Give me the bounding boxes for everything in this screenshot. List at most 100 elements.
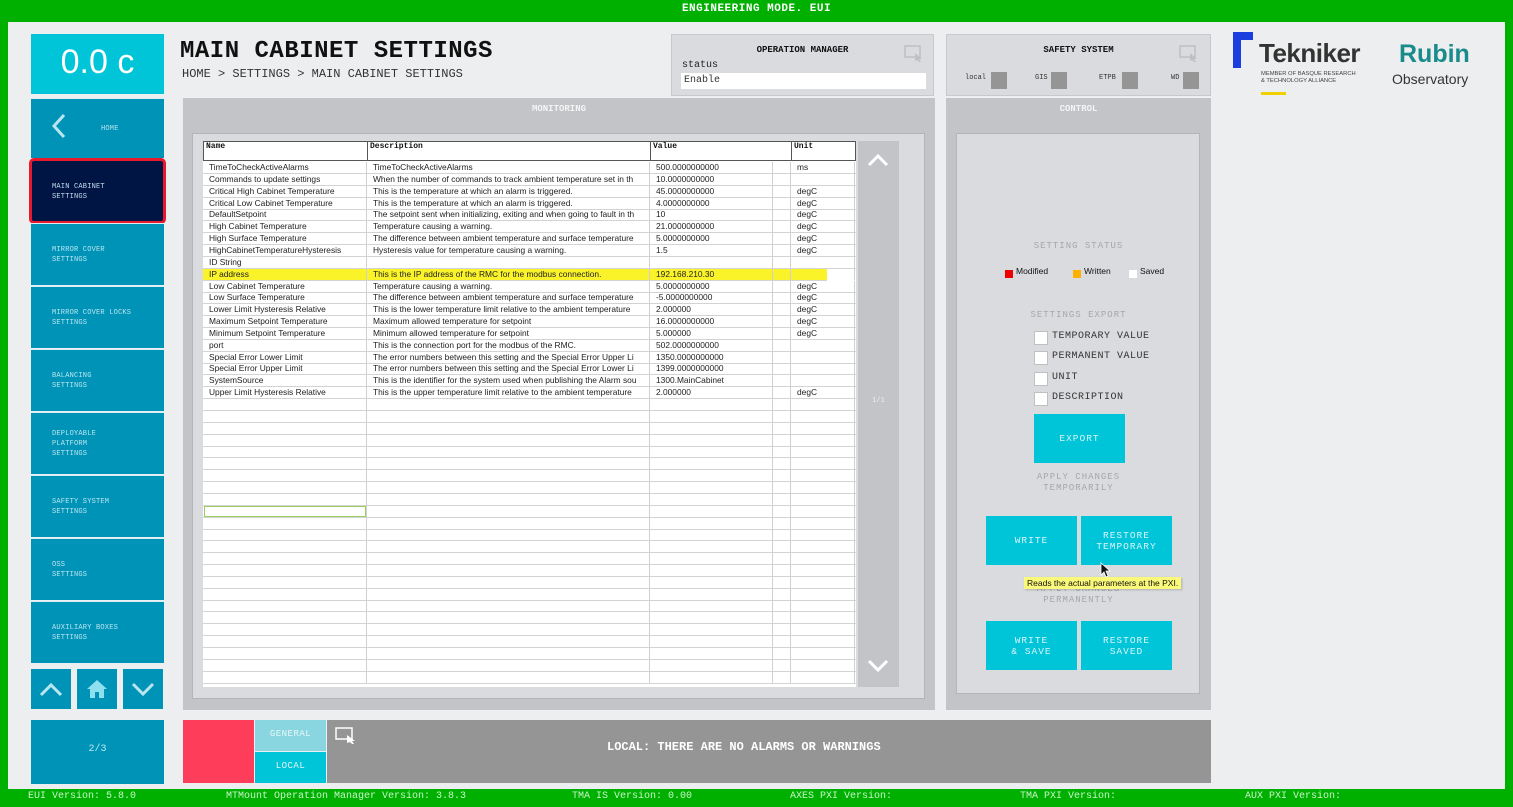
cell-value[interactable]	[650, 600, 773, 612]
cell-value[interactable]	[650, 529, 773, 541]
cell-unit[interactable]	[791, 647, 855, 659]
cell-value[interactable]	[650, 517, 773, 529]
cell-value[interactable]	[650, 434, 773, 446]
cell-blank[interactable]	[773, 493, 791, 505]
cell-name[interactable]: SystemSource	[203, 375, 367, 387]
cell-value[interactable]: 192.168.210.30	[650, 268, 773, 280]
cell-unit[interactable]	[791, 671, 855, 683]
cell-unit[interactable]	[791, 600, 855, 612]
cell-value[interactable]: 10	[650, 209, 773, 221]
export-temporary-checkbox[interactable]	[1034, 331, 1048, 345]
cell-unit[interactable]: degC	[791, 185, 855, 197]
cell-blank[interactable]	[773, 162, 791, 173]
empty-table-row[interactable]	[203, 647, 856, 660]
tab-local[interactable]: LOCAL	[255, 752, 326, 783]
sidebar-item-deployable-platform[interactable]: DEPLOYABLE PLATFORM SETTINGS	[31, 412, 164, 474]
table-row[interactable]: IP address This is the IP address of the …	[203, 268, 855, 281]
cell-blank[interactable]	[773, 197, 791, 209]
empty-table-row[interactable]	[203, 446, 856, 459]
cell-name[interactable]: port	[203, 339, 367, 351]
take-control-icon[interactable]	[1179, 45, 1199, 63]
empty-table-row[interactable]	[203, 481, 856, 494]
cell-name[interactable]	[203, 671, 367, 683]
cell-description[interactable]: This is the temperature at which an alar…	[367, 197, 650, 209]
cell-description[interactable]: The difference between ambient temperatu…	[367, 233, 650, 245]
cell-description[interactable]	[367, 564, 650, 576]
cell-blank[interactable]	[773, 671, 791, 683]
table-row[interactable]: Minimum Setpoint Temperature Minimum allo…	[203, 327, 856, 340]
cell-description[interactable]	[367, 541, 650, 553]
cell-name[interactable]	[203, 458, 367, 470]
cell-value[interactable]: 10.0000000000	[650, 173, 773, 185]
cell-name[interactable]: Upper Limit Hysteresis Relative	[203, 387, 367, 399]
empty-table-row[interactable]	[203, 553, 856, 566]
sidebar-home-icon-button[interactable]	[77, 669, 117, 709]
restore-saved-button[interactable]: RESTORE SAVED	[1081, 621, 1172, 670]
cell-description[interactable]	[367, 410, 650, 422]
cell-blank[interactable]	[773, 399, 791, 410]
write-button[interactable]: WRITE	[986, 516, 1077, 565]
cell-blank[interactable]	[773, 316, 791, 328]
cell-value[interactable]	[650, 493, 773, 505]
cell-value[interactable]	[650, 588, 773, 600]
cell-description[interactable]	[367, 553, 650, 565]
cell-name[interactable]	[203, 624, 367, 636]
cell-blank[interactable]	[773, 564, 791, 576]
cell-unit[interactable]	[791, 588, 855, 600]
cell-unit[interactable]	[791, 636, 855, 647]
cell-value[interactable]	[650, 505, 773, 517]
sidebar-item-oss[interactable]: OSS SETTINGS	[31, 538, 164, 600]
table-row[interactable]: DefaultSetpoint The setpoint sent when in…	[203, 209, 856, 222]
cell-name[interactable]	[203, 600, 367, 612]
cell-unit[interactable]: degC	[791, 280, 855, 292]
cell-blank[interactable]	[773, 576, 791, 588]
cell-unit[interactable]: degC	[791, 387, 855, 399]
sidebar-scroll-down-button[interactable]	[123, 669, 163, 709]
cell-unit[interactable]	[791, 470, 855, 482]
cell-value[interactable]	[650, 470, 773, 482]
empty-table-row[interactable]	[203, 659, 856, 672]
cell-value[interactable]	[650, 256, 773, 268]
cell-blank[interactable]	[773, 339, 791, 351]
table-row[interactable]: High Surface Temperature The difference b…	[203, 233, 856, 246]
table-scrollbar[interactable]: 1/1	[858, 141, 899, 687]
column-header-description[interactable]: Description	[368, 142, 651, 160]
empty-table-row[interactable]	[203, 422, 856, 435]
cell-description[interactable]: TimeToCheckActiveAlarms	[367, 162, 650, 173]
cell-name[interactable]	[203, 422, 367, 434]
cell-name[interactable]	[203, 493, 367, 505]
cell-unit[interactable]	[791, 173, 855, 185]
cell-description[interactable]	[367, 446, 650, 458]
cell-blank[interactable]	[773, 410, 791, 422]
cell-description[interactable]: This is the upper temperature limit rela…	[367, 387, 650, 399]
empty-table-row[interactable]	[203, 576, 856, 589]
cell-unit[interactable]	[791, 410, 855, 422]
cell-blank[interactable]	[773, 588, 791, 600]
cell-value[interactable]	[650, 647, 773, 659]
scroll-up-icon[interactable]	[867, 153, 889, 167]
cell-name[interactable]: Special Error Lower Limit	[203, 351, 367, 363]
cell-name[interactable]: Low Cabinet Temperature	[203, 280, 367, 292]
cell-name[interactable]: Low Surface Temperature	[203, 292, 367, 304]
table-row[interactable]: ID String	[203, 256, 856, 269]
cell-description[interactable]	[367, 529, 650, 541]
cell-name[interactable]	[203, 636, 367, 647]
cell-name[interactable]: High Cabinet Temperature	[203, 221, 367, 233]
cell-name[interactable]: Critical High Cabinet Temperature	[203, 185, 367, 197]
cell-value[interactable]	[650, 564, 773, 576]
cell-blank[interactable]	[773, 553, 791, 565]
sidebar-home-button[interactable]: HOME	[31, 98, 164, 158]
empty-table-row[interactable]	[203, 671, 856, 684]
cell-description[interactable]: Maximum allowed temperature for setpoint	[367, 316, 650, 328]
cell-name[interactable]	[203, 529, 367, 541]
sidebar-item-balancing[interactable]: BALANCING SETTINGS	[31, 349, 164, 411]
cell-unit[interactable]	[791, 612, 855, 624]
cell-blank[interactable]	[773, 636, 791, 647]
table-row[interactable]: Low Surface Temperature The difference be…	[203, 292, 856, 305]
cell-description[interactable]: This is the connection port for the modb…	[367, 339, 650, 351]
cell-description[interactable]: This is the lower temperature limit rela…	[367, 304, 650, 316]
empty-table-row[interactable]	[203, 624, 856, 637]
cell-blank[interactable]	[773, 458, 791, 470]
cell-unit[interactable]	[791, 375, 855, 387]
cell-blank[interactable]	[773, 375, 791, 387]
